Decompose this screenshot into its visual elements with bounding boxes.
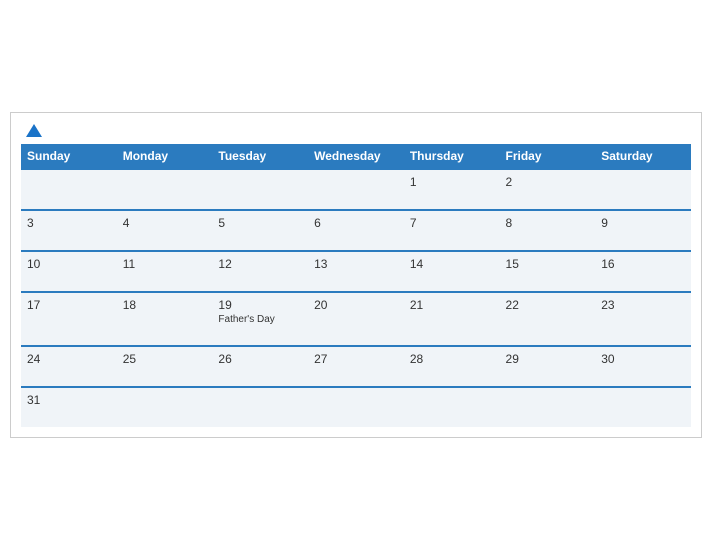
calendar-cell bbox=[595, 169, 691, 210]
day-number: 22 bbox=[506, 298, 590, 312]
calendar-week-row: 31 bbox=[21, 387, 691, 427]
calendar-cell: 18 bbox=[117, 292, 213, 346]
calendar-cell: 12 bbox=[212, 251, 308, 292]
logo bbox=[25, 123, 42, 136]
weekday-header-friday: Friday bbox=[500, 144, 596, 169]
day-number: 16 bbox=[601, 257, 685, 271]
calendar-cell: 14 bbox=[404, 251, 500, 292]
calendar-cell: 8 bbox=[500, 210, 596, 251]
calendar-cell: 6 bbox=[308, 210, 404, 251]
day-number: 21 bbox=[410, 298, 494, 312]
calendar-cell: 25 bbox=[117, 346, 213, 387]
calendar-cell bbox=[308, 387, 404, 427]
calendar-week-row: 17 18 19 Father's Day 20 21 22 23 bbox=[21, 292, 691, 346]
day-event: Father's Day bbox=[218, 314, 302, 325]
day-number: 13 bbox=[314, 257, 398, 271]
calendar-cell bbox=[117, 387, 213, 427]
day-number: 20 bbox=[314, 298, 398, 312]
calendar-week-row: 3456789 bbox=[21, 210, 691, 251]
day-number: 26 bbox=[218, 352, 302, 366]
day-number: 19 bbox=[218, 298, 302, 312]
day-number: 1 bbox=[410, 175, 494, 189]
calendar-cell bbox=[117, 169, 213, 210]
logo-triangle-icon bbox=[26, 124, 42, 137]
calendar-cell: 17 bbox=[21, 292, 117, 346]
calendar: SundayMondayTuesdayWednesdayThursdayFrid… bbox=[10, 112, 702, 438]
weekday-header-monday: Monday bbox=[117, 144, 213, 169]
weekday-header-row: SundayMondayTuesdayWednesdayThursdayFrid… bbox=[21, 144, 691, 169]
calendar-cell bbox=[212, 387, 308, 427]
day-number: 5 bbox=[218, 216, 302, 230]
calendar-cell: 11 bbox=[117, 251, 213, 292]
weekday-header-thursday: Thursday bbox=[404, 144, 500, 169]
day-number: 9 bbox=[601, 216, 685, 230]
day-number: 2 bbox=[506, 175, 590, 189]
day-number: 31 bbox=[27, 393, 111, 407]
calendar-cell: 19 Father's Day bbox=[212, 292, 308, 346]
calendar-week-row: 10 11 12 13 14 15 16 bbox=[21, 251, 691, 292]
day-number: 15 bbox=[506, 257, 590, 271]
day-number: 23 bbox=[601, 298, 685, 312]
calendar-cell: 29 bbox=[500, 346, 596, 387]
day-number: 30 bbox=[601, 352, 685, 366]
day-number: 8 bbox=[506, 216, 590, 230]
calendar-cell: 22 bbox=[500, 292, 596, 346]
day-number: 28 bbox=[410, 352, 494, 366]
day-number: 27 bbox=[314, 352, 398, 366]
day-number: 25 bbox=[123, 352, 207, 366]
calendar-week-row: 12 bbox=[21, 169, 691, 210]
calendar-cell: 30 bbox=[595, 346, 691, 387]
calendar-cell: 27 bbox=[308, 346, 404, 387]
calendar-cell: 13 bbox=[308, 251, 404, 292]
weekday-header-saturday: Saturday bbox=[595, 144, 691, 169]
day-number: 7 bbox=[410, 216, 494, 230]
day-number: 14 bbox=[410, 257, 494, 271]
day-number: 18 bbox=[123, 298, 207, 312]
day-number: 17 bbox=[27, 298, 111, 312]
calendar-cell: 1 bbox=[404, 169, 500, 210]
calendar-cell: 10 bbox=[21, 251, 117, 292]
calendar-cell bbox=[500, 387, 596, 427]
weekday-header-wednesday: Wednesday bbox=[308, 144, 404, 169]
day-number: 24 bbox=[27, 352, 111, 366]
day-number: 10 bbox=[27, 257, 111, 271]
calendar-cell: 7 bbox=[404, 210, 500, 251]
calendar-cell: 23 bbox=[595, 292, 691, 346]
calendar-header bbox=[21, 123, 691, 136]
calendar-cell: 9 bbox=[595, 210, 691, 251]
calendar-cell: 26 bbox=[212, 346, 308, 387]
calendar-cell: 2 bbox=[500, 169, 596, 210]
weekday-header-sunday: Sunday bbox=[21, 144, 117, 169]
calendar-cell bbox=[404, 387, 500, 427]
day-number: 12 bbox=[218, 257, 302, 271]
day-number: 3 bbox=[27, 216, 111, 230]
weekday-header-tuesday: Tuesday bbox=[212, 144, 308, 169]
calendar-table: SundayMondayTuesdayWednesdayThursdayFrid… bbox=[21, 144, 691, 427]
day-number: 6 bbox=[314, 216, 398, 230]
calendar-body: 12345678910111213141516171819Father's Da… bbox=[21, 169, 691, 427]
calendar-cell: 21 bbox=[404, 292, 500, 346]
day-number: 29 bbox=[506, 352, 590, 366]
day-number: 11 bbox=[123, 257, 207, 271]
calendar-cell bbox=[595, 387, 691, 427]
calendar-cell: 5 bbox=[212, 210, 308, 251]
calendar-cell: 28 bbox=[404, 346, 500, 387]
calendar-thead: SundayMondayTuesdayWednesdayThursdayFrid… bbox=[21, 144, 691, 169]
calendar-cell: 20 bbox=[308, 292, 404, 346]
calendar-cell: 24 bbox=[21, 346, 117, 387]
calendar-cell: 15 bbox=[500, 251, 596, 292]
calendar-cell bbox=[21, 169, 117, 210]
calendar-cell: 3 bbox=[21, 210, 117, 251]
calendar-cell bbox=[308, 169, 404, 210]
calendar-cell: 31 bbox=[21, 387, 117, 427]
calendar-cell bbox=[212, 169, 308, 210]
calendar-cell: 16 bbox=[595, 251, 691, 292]
calendar-cell: 4 bbox=[117, 210, 213, 251]
day-number: 4 bbox=[123, 216, 207, 230]
calendar-week-row: 24 25 26 27 28 29 30 bbox=[21, 346, 691, 387]
